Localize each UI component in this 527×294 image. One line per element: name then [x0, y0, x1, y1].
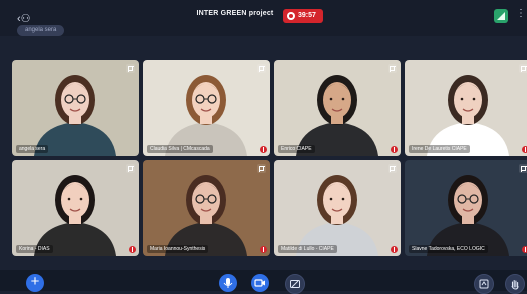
raise-hand-icon	[511, 279, 519, 290]
mic-muted-icon	[522, 246, 527, 253]
recording-timer: 39:57	[298, 12, 316, 19]
participant-avatar	[296, 175, 378, 256]
participant-name: angela sera	[16, 145, 49, 153]
participant-avatar	[427, 175, 509, 256]
mic-muted-icon	[391, 246, 398, 253]
participant-avatar	[165, 75, 247, 156]
expand-icon[interactable]	[519, 64, 527, 73]
layout-button[interactable]	[474, 274, 494, 294]
participant-name: Korina - DIAS	[16, 245, 53, 253]
video-tile[interactable]: Slavne Tadorovska, ECO LOGIC	[405, 160, 527, 256]
participant-avatar	[34, 175, 116, 256]
self-name-tag: angela sera	[17, 25, 65, 36]
participant-name: Maria Ioannou-Synthesis	[147, 245, 209, 253]
participant-name: Matilde di Lullo - CIAPE	[278, 245, 337, 253]
screen-share-icon	[290, 280, 300, 288]
meeting-title: INTER GREEN project	[196, 10, 274, 17]
expand-icon[interactable]	[519, 164, 527, 173]
more-vertical-icon[interactable]: ⋮	[516, 8, 526, 19]
expand-icon[interactable]	[388, 164, 397, 173]
expand-icon[interactable]	[126, 64, 135, 73]
video-grid: angela sera Claudia Silva | CMcascada En…	[12, 60, 527, 256]
eye-left	[460, 97, 464, 101]
video-tile[interactable]: angela sera	[12, 60, 139, 156]
eye-left	[329, 197, 333, 201]
face	[323, 82, 351, 118]
video-tile[interactable]: Maria Ioannou-Synthesis	[143, 160, 270, 256]
mic-muted-icon	[129, 246, 136, 253]
eye-right	[79, 197, 83, 201]
camera-icon	[254, 279, 265, 287]
add-button[interactable]	[26, 273, 44, 292]
participant-avatar	[296, 75, 378, 156]
eye-right	[341, 197, 345, 201]
eye-left	[329, 97, 333, 101]
recording-indicator[interactable]: 39:57	[283, 9, 323, 23]
connection-signal-icon[interactable]	[494, 9, 508, 23]
participant-avatar	[427, 75, 509, 156]
participant-name: Slavne Tadorovska, ECO LOGIC	[409, 245, 488, 253]
camera-button[interactable]	[251, 274, 269, 292]
participant-name: Claudia Silva | CMcascada	[147, 145, 213, 153]
video-tile[interactable]: Claudia Silva | CMcascada	[143, 60, 270, 156]
participant-avatar	[34, 75, 116, 156]
expand-icon[interactable]	[257, 164, 266, 173]
mic-muted-icon	[260, 246, 267, 253]
expand-icon[interactable]	[388, 64, 397, 73]
participant-name: Irene De Lauretis CIAPE	[409, 145, 470, 153]
video-tile[interactable]: Matilde di Lullo - CIAPE	[274, 160, 401, 256]
eye-left	[67, 197, 71, 201]
video-tile[interactable]: Irene De Lauretis CIAPE	[405, 60, 527, 156]
video-tile[interactable]: Korina - DIAS	[12, 160, 139, 256]
mic-muted-icon	[391, 146, 398, 153]
microphone-icon	[223, 278, 233, 288]
participant-avatar	[165, 175, 247, 256]
microphone-button[interactable]	[219, 274, 237, 292]
face	[454, 82, 482, 118]
record-icon	[287, 12, 295, 20]
top-bar: ‹⚇ INTER GREEN project 39:57 ⋮	[0, 0, 527, 36]
mic-muted-icon	[260, 146, 267, 153]
layout-icon	[479, 279, 489, 289]
participant-name: Enrico CIAPE	[278, 145, 315, 153]
video-tile[interactable]: Enrico CIAPE	[274, 60, 401, 156]
raise-hand-button[interactable]	[505, 274, 525, 294]
eye-right	[472, 97, 476, 101]
screen-share-button[interactable]	[285, 274, 305, 294]
expand-icon[interactable]	[126, 164, 135, 173]
face	[61, 182, 89, 218]
expand-icon[interactable]	[257, 64, 266, 73]
back-arrow-user-icon[interactable]: ‹⚇	[17, 12, 31, 25]
eye-right	[341, 97, 345, 101]
mic-muted-icon	[522, 146, 527, 153]
face	[323, 182, 351, 218]
